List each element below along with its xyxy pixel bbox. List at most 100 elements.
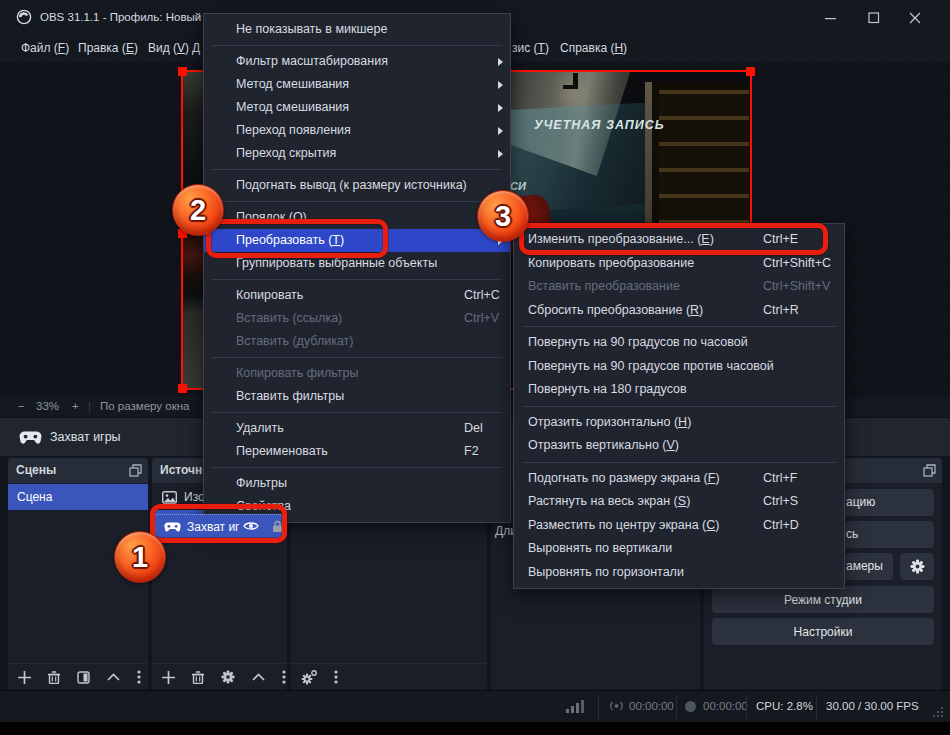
source-up-button[interactable] — [252, 673, 265, 681]
annotation-step-3: 3 — [477, 190, 529, 242]
obs-logo-icon — [16, 9, 32, 25]
context-menu: Не показывать в микшере Фильтр масштабир… — [203, 13, 511, 523]
scene-item[interactable]: Сцена — [8, 484, 148, 510]
shortcut-label: Ctrl+C — [464, 284, 500, 307]
signal-bars-icon — [566, 699, 586, 713]
context-menu-item[interactable]: Не показывать в микшере — [204, 18, 510, 41]
shortcut-label: Del — [464, 417, 483, 440]
context-menu-item[interactable]: Вставить (ссылка) Ctrl+V — [204, 307, 510, 330]
transform-menu-item[interactable]: Растянуть на весь экран (S) Ctrl+S — [514, 490, 844, 514]
source-properties-button[interactable] — [221, 670, 235, 684]
context-menu-item[interactable]: Метод смешивания — [204, 73, 510, 96]
menu-separator — [212, 201, 502, 202]
submenu-arrow-icon — [498, 150, 503, 158]
transform-menu-item[interactable]: Повернуть на 90 градусов против часовой — [514, 355, 844, 379]
annotation-step-1: 1 — [114, 531, 166, 583]
record-status-icon — [684, 700, 697, 713]
zoom-level: 33% — [36, 400, 59, 412]
settings-button[interactable]: Настройки — [712, 618, 934, 645]
transform-menu-item[interactable]: Разместить по центру экрана (С) Ctrl+D — [514, 514, 844, 538]
fit-window-button[interactable]: По размеру окна — [100, 400, 189, 412]
menubar-item-docks-partial[interactable]: Д — [192, 41, 200, 55]
context-menu-item[interactable]: Метод смешивания — [204, 96, 510, 119]
add-scene-button[interactable] — [18, 671, 31, 684]
menu-separator — [212, 169, 502, 170]
add-source-button[interactable] — [162, 671, 175, 684]
transform-menu-item[interactable]: Отразить вертикально (V) — [514, 434, 844, 458]
maximize-button[interactable] — [854, 0, 894, 36]
sources-menu-button[interactable] — [282, 670, 286, 684]
annotation-rect-3 — [519, 223, 828, 255]
studio-mode-button[interactable]: Режим студии — [712, 586, 934, 613]
context-menu-item[interactable]: Подогнать вывод (к размеру источника) — [204, 174, 510, 197]
annotation-rect-1 — [150, 504, 287, 543]
shortcut-label: Ctrl+S — [763, 490, 798, 514]
shortcut-label: Ctrl+F — [763, 467, 797, 491]
shortcut-label: Ctrl+V — [464, 307, 499, 330]
menubar-item-tools-partial[interactable]: зис (T) — [512, 41, 549, 55]
menu-separator — [212, 357, 502, 358]
menu-separator — [212, 412, 502, 413]
scenes-menu-button[interactable] — [137, 670, 141, 684]
cpu-usage: CPU: 2.8% — [756, 700, 813, 712]
menu-separator — [522, 406, 836, 407]
zoom-out-button[interactable]: − — [18, 400, 25, 412]
menubar-item-help[interactable]: Справка (Н) — [560, 41, 627, 55]
annotation-rect-2 — [206, 219, 388, 258]
shortcut-label: Ctrl+Shift+V — [763, 275, 830, 299]
context-menu-item[interactable]: Переход появления — [204, 119, 510, 142]
menu-separator — [212, 279, 502, 280]
context-menu-item[interactable]: Копировать фильтры — [204, 362, 510, 385]
resize-grip[interactable] — [932, 706, 944, 718]
transform-menu-item[interactable]: Подогнать по размеру экрана (F) Ctrl+F — [514, 467, 844, 491]
menu-separator — [522, 462, 836, 463]
mixer-menu-button[interactable] — [334, 670, 338, 684]
window-title: OBS 31.1.1 - Профиль: Новый - Сц — [40, 11, 226, 23]
transform-menu-item[interactable]: Повернуть на 90 градусов по часовой — [514, 331, 844, 355]
menubar-item-view[interactable]: Вид (V) — [148, 41, 189, 55]
submenu-arrow-icon — [498, 127, 503, 135]
stream-time: 00:00:00 — [629, 700, 674, 712]
advanced-audio-button[interactable] — [301, 670, 317, 685]
menubar-item-edit[interactable]: Правка (Е) — [78, 41, 138, 55]
minimize-button[interactable] — [811, 0, 851, 36]
image-icon — [162, 491, 177, 504]
transform-menu-item[interactable]: Повернуть на 180 градусов — [514, 378, 844, 402]
transform-menu-item[interactable]: Выровнять по вертикали — [514, 537, 844, 561]
shortcut-label: Ctrl+R — [763, 299, 799, 323]
transform-menu-item[interactable]: Вставить преобразование Ctrl+Shift+V — [514, 275, 844, 299]
gamepad-icon — [19, 431, 42, 444]
transform-menu-item[interactable]: Отразить горизонтально (Н) — [514, 411, 844, 435]
context-menu-item[interactable]: Фильтры — [204, 472, 510, 495]
scene-up-button[interactable] — [107, 673, 120, 681]
submenu-arrow-icon — [498, 58, 503, 66]
remove-source-button[interactable] — [192, 671, 204, 684]
dock-float-icon[interactable] — [129, 464, 142, 477]
status-bar: 00:00:00 00:00:00 CPU: 2.8% 30.00 / 30.0… — [0, 690, 950, 722]
context-menu-item[interactable]: Вставить фильтры — [204, 385, 510, 408]
context-menu-item[interactable]: Переход скрытия — [204, 142, 510, 165]
virtual-camera-settings-button[interactable] — [900, 553, 934, 580]
context-menu-item[interactable]: Переименовать F2 — [204, 440, 510, 463]
stream-status-icon — [608, 699, 625, 713]
transform-menu-item[interactable]: Сбросить преобразование (R) Ctrl+R — [514, 299, 844, 323]
remove-scene-button[interactable] — [48, 671, 60, 684]
context-menu-item[interactable]: Копировать Ctrl+C — [204, 284, 510, 307]
shortcut-label: Ctrl+D — [763, 514, 799, 538]
record-time: 00:00:00 — [703, 700, 748, 712]
dock-float-icon[interactable] — [923, 464, 936, 477]
context-menu-item[interactable]: Фильтр масштабирования — [204, 50, 510, 73]
close-button[interactable] — [895, 0, 935, 36]
transform-menu-item[interactable]: Копировать преобразование Ctrl+Shift+C — [514, 252, 844, 276]
fps-counter: 30.00 / 30.00 FPS — [826, 700, 919, 712]
context-menu-item[interactable]: Удалить Del — [204, 417, 510, 440]
scenes-dock-header: Сцены — [8, 458, 148, 483]
context-menu-item[interactable]: Вставить (дубликат) — [204, 330, 510, 353]
shortcut-label: Ctrl+Shift+C — [763, 252, 831, 276]
submenu-arrow-icon — [498, 104, 503, 112]
menubar-item-file[interactable]: Файл (F) — [21, 41, 69, 55]
annotation-step-2: 2 — [172, 184, 224, 236]
zoom-in-button[interactable]: + — [72, 400, 79, 412]
scene-filters-button[interactable] — [77, 671, 90, 684]
transform-menu-item[interactable]: Выровнять по горизонтали — [514, 561, 844, 585]
